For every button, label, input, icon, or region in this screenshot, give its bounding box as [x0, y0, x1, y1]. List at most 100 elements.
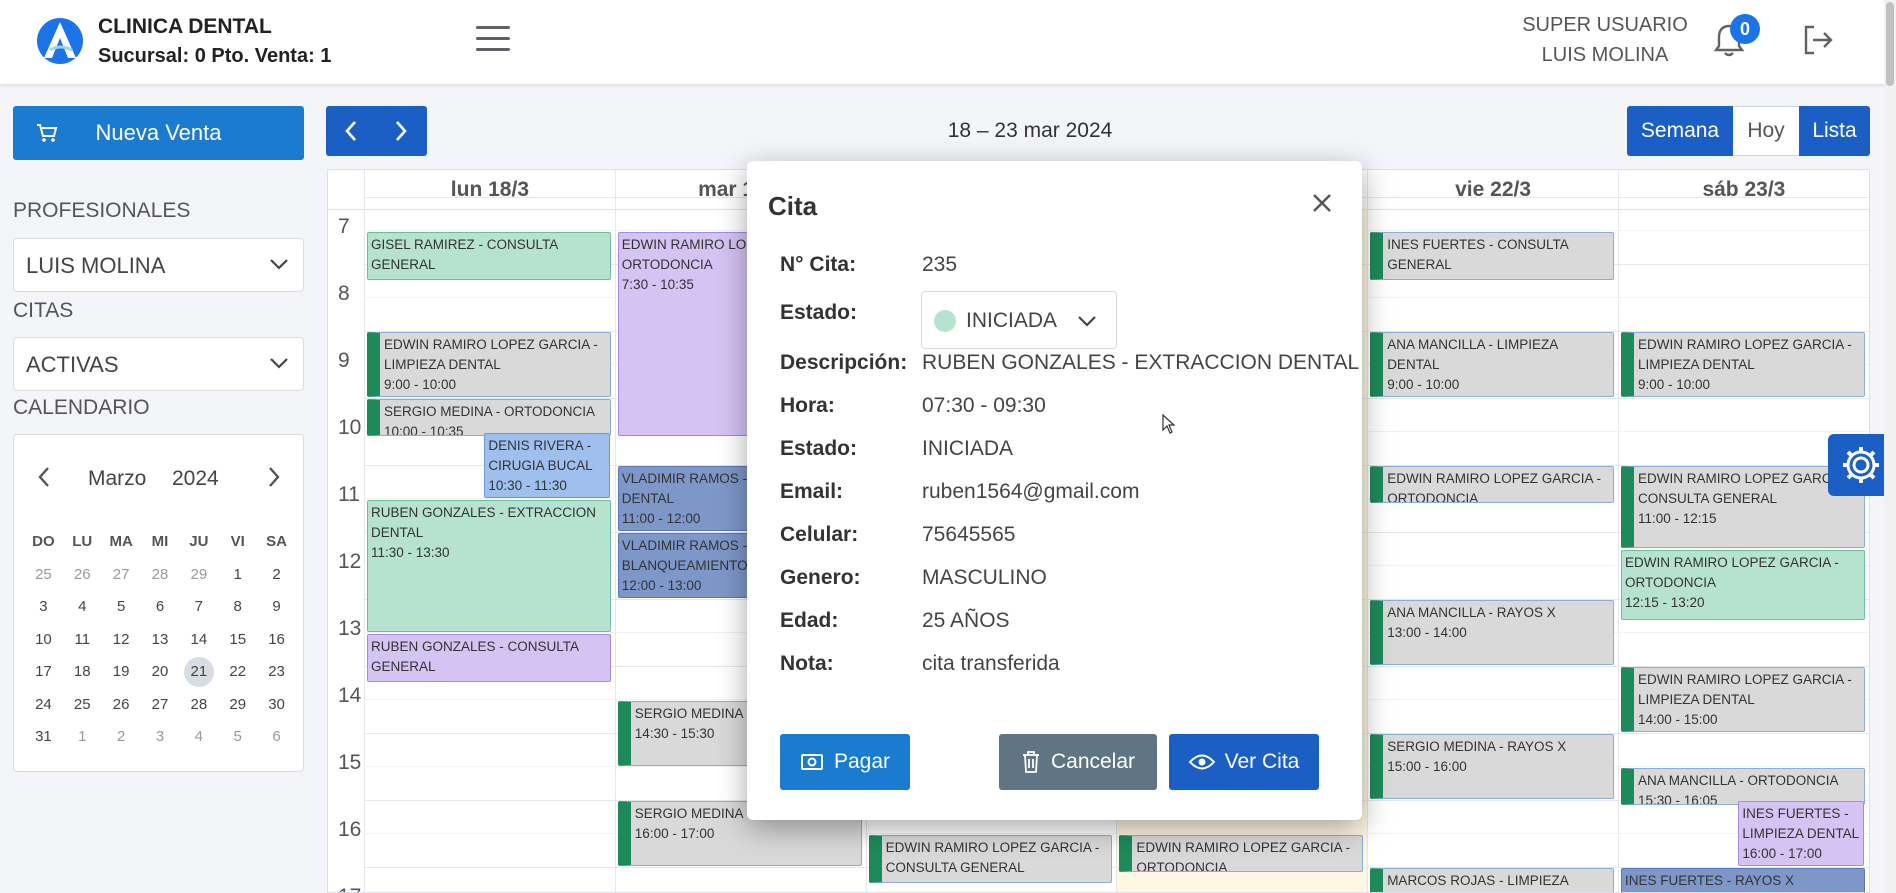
- mini-calendar-day[interactable]: 11: [63, 624, 102, 656]
- mini-calendar-day[interactable]: 24: [24, 689, 63, 721]
- mini-calendar-day[interactable]: 20: [141, 656, 180, 688]
- calendar-event[interactable]: ANA MANCILLA - RAYOS X 13:00 - 14:00: [1370, 600, 1614, 665]
- logout-icon[interactable]: [1800, 22, 1836, 58]
- calendar-event[interactable]: EDWIN RAMIRO LOPEZ GARCIA - LIMPIEZA DEN…: [367, 332, 611, 397]
- calendar-event[interactable]: GISEL RAMIREZ - CONSULTA GENERAL 7:30 - 8…: [367, 231, 611, 280]
- view-appointment-button[interactable]: Ver Cita: [1169, 734, 1319, 790]
- column-divider: [1367, 170, 1369, 892]
- mini-calendar-day[interactable]: 18: [63, 656, 102, 688]
- calendar-event[interactable]: EDWIN RAMIRO LOPEZ GARCIA - ORTODONCIA: [1370, 466, 1614, 504]
- calendar-event[interactable]: RUBEN GONZALES - EXTRACCION DENTAL 11:30 …: [367, 499, 611, 632]
- calendar-event[interactable]: EDWIN RAMIRO LOPEZ GARCIA - LIMPIEZA DEN…: [1621, 332, 1865, 397]
- mini-calendar-day[interactable]: 28: [141, 559, 180, 591]
- mini-calendar-day[interactable]: 28: [179, 689, 218, 721]
- calendar-event[interactable]: INES FUERTES - LIMPIEZA DENTAL 16:00 - 17…: [1738, 801, 1864, 866]
- mini-calendar-day[interactable]: 4: [179, 721, 218, 753]
- prev-month-icon[interactable]: [36, 465, 52, 489]
- event-title: INES FUERTES - CONSULTA GENERAL: [1387, 236, 1568, 272]
- new-sale-label: Nueva Venta: [95, 120, 222, 145]
- calendar-event[interactable]: EDWIN RAMIRO LOPEZ GARCIA - LIMPIEZA DEN…: [1621, 667, 1865, 732]
- view-week-button[interactable]: Semana: [1627, 106, 1733, 156]
- day-number: 3: [155, 727, 165, 745]
- mini-calendar-day[interactable]: 27: [141, 689, 180, 721]
- mini-calendar-day[interactable]: 14: [179, 624, 218, 656]
- mini-calendar-day[interactable]: 7: [179, 591, 218, 623]
- mini-calendar-days: 25 26 27 28 29 1 2 3 4 5 6 7 8 9 10 11 12 13 14 15 16 17 18 19 2…: [24, 559, 296, 753]
- menu-toggle-icon[interactable]: [476, 26, 510, 54]
- label-age: Edad:: [780, 609, 839, 632]
- day-header[interactable]: lun 18/3: [364, 170, 615, 210]
- calendar-event[interactable]: MARCOS ROJAS - LIMPIEZA: [1370, 868, 1614, 892]
- day-header[interactable]: sáb 23/3: [1618, 170, 1869, 210]
- mini-calendar-day[interactable]: 25: [24, 559, 63, 591]
- calendar-event[interactable]: EDWIN RAMIRO LOPEZ GARCIA - ORTODONCIA 12…: [1621, 549, 1865, 621]
- calendar-event[interactable]: EDWIN RAMIRO LOPEZ GARCIA - CONSULTA GEN…: [868, 834, 1113, 883]
- calendar-event[interactable]: ANA MANCILLA - ORTODONCIA 15:30 - 16:05: [1621, 767, 1865, 805]
- mini-calendar-day[interactable]: 29: [179, 559, 218, 591]
- mini-calendar-year[interactable]: 2024: [172, 467, 219, 491]
- label-note: Nota:: [780, 652, 834, 675]
- calendar-event[interactable]: INES FUERTES - CONSULTA GENERAL: [1370, 231, 1614, 280]
- new-sale-button[interactable]: Nueva Venta: [13, 106, 304, 160]
- day-number: 26: [73, 566, 91, 583]
- professional-select[interactable]: LUIS MOLINA: [13, 238, 304, 292]
- mini-calendar-today[interactable]: 21: [179, 656, 218, 688]
- mini-calendar-day[interactable]: 15: [218, 624, 257, 656]
- mini-calendar-day[interactable]: 2: [257, 559, 296, 591]
- view-today-button[interactable]: Hoy: [1733, 106, 1799, 156]
- mini-calendar-day[interactable]: 16: [257, 624, 296, 656]
- calendar-event[interactable]: SERGIO MEDINA - ORTODONCIA 10:00 - 10:35: [367, 399, 611, 437]
- mini-calendar-day[interactable]: 23: [257, 656, 296, 688]
- mini-calendar-day[interactable]: 9: [257, 591, 296, 623]
- page-scrollbar[interactable]: [1884, 0, 1896, 893]
- mini-calendar-day[interactable]: 6: [257, 721, 296, 753]
- mini-calendar-day[interactable]: 27: [102, 559, 141, 591]
- close-icon[interactable]: [1308, 189, 1336, 217]
- mini-calendar-day[interactable]: 31: [24, 721, 63, 753]
- event-time: 11:30 - 13:30: [371, 544, 450, 560]
- next-month-icon[interactable]: [266, 465, 282, 489]
- mini-calendar-day[interactable]: 13: [141, 624, 180, 656]
- mini-calendar-day[interactable]: 3: [141, 721, 180, 753]
- mini-calendar-day[interactable]: 3: [24, 591, 63, 623]
- day-header[interactable]: vie 22/3: [1367, 170, 1618, 210]
- pay-button[interactable]: Pagar: [780, 734, 910, 790]
- mini-calendar-day[interactable]: 1: [63, 721, 102, 753]
- calendar-event[interactable]: EDWIN RAMIRO LOPEZ GARCIA - ORTODONCIA: [1119, 834, 1364, 872]
- calendar-event[interactable]: RUBEN GONZALES - CONSULTA GENERAL: [367, 633, 611, 682]
- mini-calendar-day[interactable]: 6: [141, 591, 180, 623]
- calendar-event[interactable]: INES FUERTES - RAYOS X: [1621, 868, 1865, 892]
- mini-calendar-day[interactable]: 2: [102, 721, 141, 753]
- mini-calendar-day[interactable]: 5: [102, 591, 141, 623]
- mini-calendar-day[interactable]: 22: [218, 656, 257, 688]
- mini-calendar-day[interactable]: 1: [218, 559, 257, 591]
- event-time: 9:00 - 10:00: [384, 377, 457, 392]
- prev-week-button[interactable]: [326, 106, 376, 156]
- calendar-event[interactable]: ANA MANCILLA - LIMPIEZA DENTAL 9:00 - 10:…: [1370, 332, 1614, 397]
- mini-calendar-month[interactable]: Marzo: [88, 467, 146, 491]
- calendar-event[interactable]: DENIS RIVERA - CIRUGIA BUCAL 10:30 - 11:3…: [484, 432, 610, 498]
- day-number: 5: [116, 598, 126, 616]
- mini-calendar-day[interactable]: 25: [63, 689, 102, 721]
- mini-calendar-day[interactable]: 26: [102, 689, 141, 721]
- scrollbar-thumb[interactable]: [1886, 2, 1894, 86]
- mini-calendar-day[interactable]: 10: [24, 624, 63, 656]
- mini-calendar-day[interactable]: 8: [218, 591, 257, 623]
- view-button-label: Ver Cita: [1224, 750, 1300, 773]
- status-select[interactable]: INICIADA: [921, 291, 1117, 349]
- mini-calendar-weekdays: DO LU MA MI JU VI SA: [24, 533, 296, 550]
- next-week-button[interactable]: [376, 106, 426, 156]
- appointments-filter-select[interactable]: ACTIVAS: [13, 337, 304, 391]
- mini-calendar-day[interactable]: 17: [24, 656, 63, 688]
- mini-calendar-day[interactable]: 19: [102, 656, 141, 688]
- mini-calendar-day[interactable]: 30: [257, 689, 296, 721]
- calendar-event[interactable]: SERGIO MEDINA - RAYOS X 15:00 - 16:00: [1370, 734, 1614, 799]
- mini-calendar-day[interactable]: 29: [218, 689, 257, 721]
- mini-calendar-day[interactable]: 26: [63, 559, 102, 591]
- view-list-button[interactable]: Lista: [1799, 106, 1870, 156]
- mini-calendar-day[interactable]: 5: [218, 721, 257, 753]
- mini-calendar-day[interactable]: 4: [63, 591, 102, 623]
- mini-calendar-day[interactable]: 12: [102, 624, 141, 656]
- label-gender: Genero:: [780, 566, 861, 589]
- cancel-appointment-button[interactable]: Cancelar: [999, 734, 1157, 790]
